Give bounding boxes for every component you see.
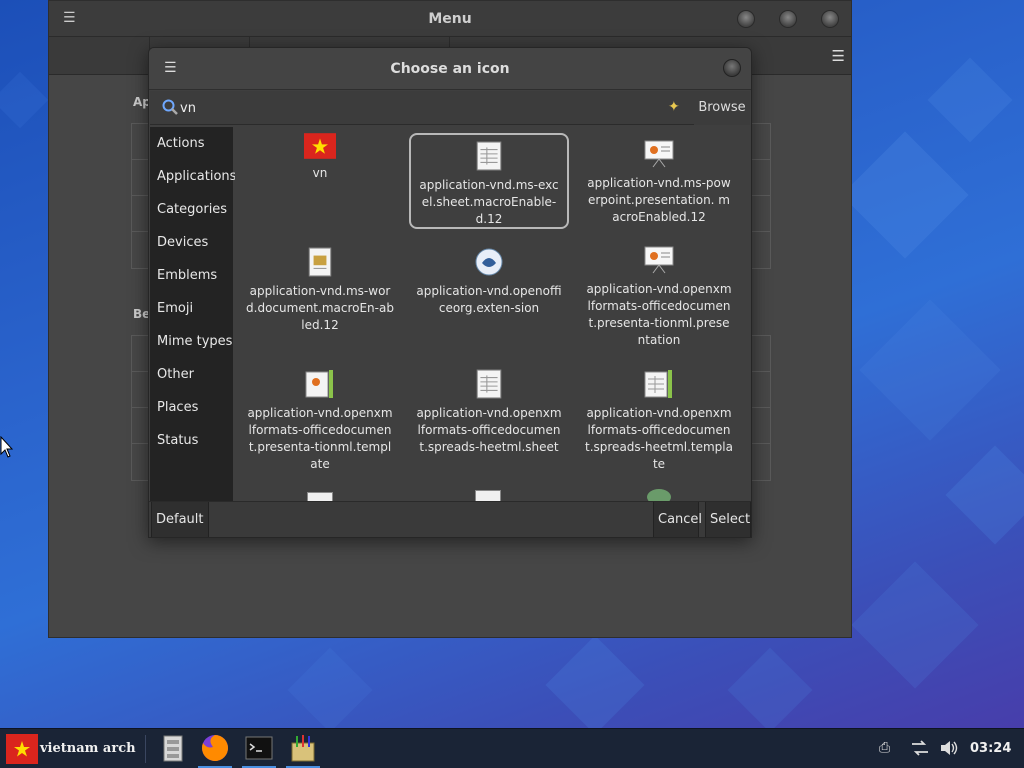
category-item-categories[interactable]: Categories — [150, 193, 233, 226]
icon-cell[interactable]: application-vnd.openxmlformats-officedoc… — [579, 369, 739, 479]
icon-label: application-vnd.ms-powerpoint.presentati… — [587, 176, 731, 224]
category-list: Actions Applications Categories Devices … — [150, 127, 236, 501]
category-item-emoji[interactable]: Emoji — [150, 292, 233, 325]
network-icon[interactable] — [910, 739, 930, 757]
clock[interactable]: 03:24 — [970, 741, 1011, 756]
category-item-other[interactable]: Other — [150, 358, 233, 391]
icon-cell[interactable]: application-vnd.ms-powerpoint.presentati… — [579, 139, 739, 235]
menu-window-title: Menu — [428, 11, 472, 27]
dialog-titlebar[interactable]: ☰ Choose an icon — [149, 48, 751, 90]
taskbar: vietnam arch ⎙ 03:24 — [0, 728, 1024, 768]
icon-label: application-vnd.openxmlformats-officedoc… — [586, 282, 732, 347]
mouse-cursor-icon — [0, 436, 14, 458]
volume-icon[interactable] — [940, 740, 958, 756]
icon-label: application-vnd.ms-word.document.macroEn… — [246, 284, 394, 332]
hamburger-menu-icon[interactable]: ☰ — [832, 47, 845, 65]
spreadsheet-icon — [475, 490, 501, 501]
icon-label: application-vnd.openofficeorg.exten-sion — [416, 284, 562, 315]
vietnam-flag-icon[interactable] — [6, 734, 38, 764]
cancel-button[interactable]: Cancel — [653, 502, 702, 537]
category-item-emblems[interactable]: Emblems — [150, 259, 233, 292]
category-item-applications[interactable]: Applications — [150, 160, 236, 193]
select-button[interactable]: Select — [705, 502, 751, 537]
default-button[interactable]: Default — [151, 502, 209, 537]
choose-icon-dialog: ☰ Choose an icon ✦ Browse Actions Applic… — [148, 47, 752, 538]
icon-label: application-vnd.openxmlformats-officedoc… — [247, 406, 393, 471]
firefox-icon[interactable] — [200, 733, 230, 763]
printer-icon[interactable]: ⎙ — [879, 740, 890, 756]
category-item-devices[interactable]: Devices — [150, 226, 233, 259]
icon-grid: vn application-vnd.ms-excel.sheet.macroE… — [235, 127, 749, 501]
vietnam-flag-icon — [304, 133, 336, 159]
start-menu-label[interactable]: vietnam arch — [40, 741, 136, 756]
category-item-actions[interactable]: Actions — [150, 127, 233, 160]
icon-cell[interactable]: application-vnd.openxmlformats-officedoc… — [409, 369, 569, 479]
dialog-title: Choose an icon — [390, 61, 510, 77]
search-bar: ✦ Browse — [150, 91, 750, 125]
presentation-icon — [644, 246, 674, 274]
minimize-button[interactable] — [737, 10, 755, 28]
icon-label: application-vnd.openxmlformats-officedoc… — [585, 406, 733, 471]
presentation-template-icon — [305, 370, 333, 398]
category-item-places[interactable]: Places — [150, 391, 233, 424]
presentation-icon — [644, 140, 674, 168]
document-icon — [307, 492, 333, 501]
icon-label: application-vnd.openxmlformats-officedoc… — [416, 406, 562, 454]
close-button[interactable] — [723, 59, 741, 77]
icon-label: application-vnd.ms-excel.sheet.macroEnab… — [419, 178, 559, 226]
browse-button[interactable]: Browse — [694, 91, 750, 125]
terminal-icon[interactable] — [244, 733, 274, 763]
icon-cell[interactable]: application-vnd.ms-word.document.macroEn… — [240, 247, 400, 357]
category-item-status[interactable]: Status — [150, 424, 233, 457]
search-icon — [162, 99, 178, 115]
spreadsheet-icon — [476, 369, 502, 399]
document-icon — [308, 247, 332, 277]
text-editor-icon[interactable] — [288, 733, 318, 763]
file-manager-icon[interactable] — [158, 733, 188, 763]
spreadsheet-icon — [476, 141, 502, 171]
icon-cell[interactable]: application-vnd.openofficeorg.exten-sion — [409, 247, 569, 357]
menu-titlebar[interactable]: ☰ Menu — [49, 1, 851, 37]
dialog-footer: Default Cancel Select — [149, 501, 751, 537]
category-item-mime-types[interactable]: Mime types — [150, 325, 233, 358]
globe-icon — [647, 489, 671, 501]
icon-cell-selected[interactable]: application-vnd.ms-excel.sheet.macroEnab… — [409, 133, 569, 229]
clear-search-icon[interactable]: ✦ — [668, 99, 680, 115]
icon-cell[interactable]: application-vnd.openxmlformats-officedoc… — [579, 245, 739, 357]
search-input[interactable] — [180, 98, 620, 118]
maximize-button[interactable] — [779, 10, 797, 28]
icon-cell[interactable]: application-vnd.openxmlformats-officedoc… — [240, 369, 400, 479]
icon-cell[interactable]: vn — [240, 133, 400, 229]
icon-label: vn — [312, 166, 328, 180]
close-button[interactable] — [821, 10, 839, 28]
extension-icon — [475, 248, 503, 276]
spreadsheet-template-icon — [644, 370, 672, 398]
